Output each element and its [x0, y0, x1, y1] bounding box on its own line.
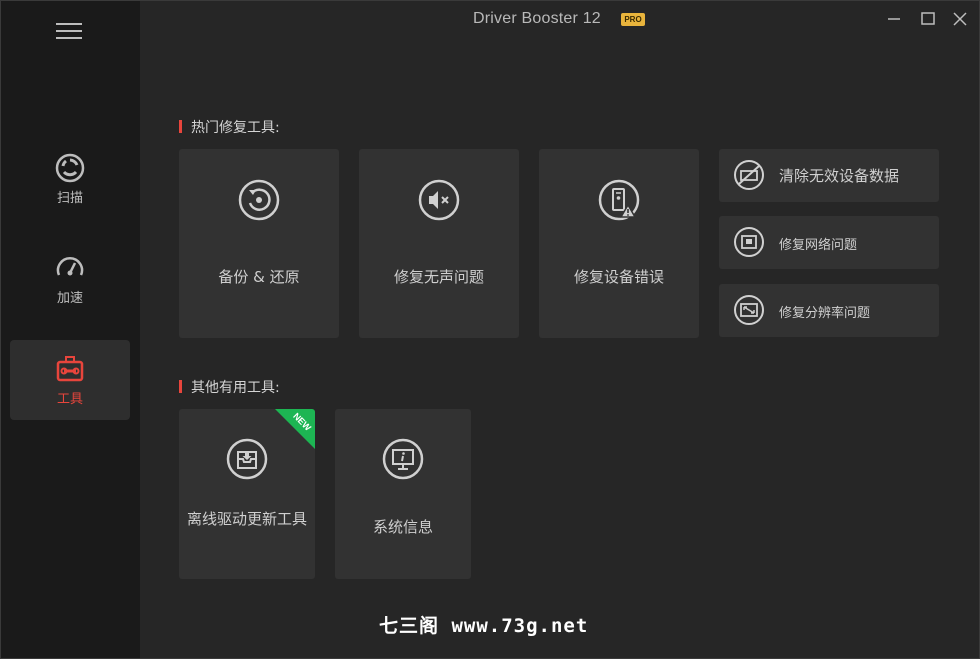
tile-label: 修复网络问题 [779, 238, 858, 253]
device-clean-icon [734, 160, 764, 190]
watermark: 七三阁 www.73g.net [379, 615, 589, 637]
maximize-icon[interactable] [918, 9, 938, 29]
tile-label: 系统信息 [372, 518, 433, 536]
system-info-icon [382, 438, 424, 480]
scan-icon [55, 153, 85, 183]
sidebar-item-boost[interactable]: 加速 [10, 239, 130, 319]
pro-badge: PRO [621, 13, 645, 26]
minimize-icon[interactable] [884, 9, 904, 29]
clear-invalid-device-data-tile[interactable]: 清除无效设备数据 [719, 149, 939, 202]
device-warning-icon [598, 179, 640, 221]
fix-device-error-tile[interactable]: 修复设备错误 [539, 149, 699, 338]
backup-restore-icon [238, 179, 280, 221]
app-title: Driver Booster 12 [473, 10, 601, 27]
app-window: 扫描 加速 工具 Driver Booster 12 PRO 热门修复工具: 备… [0, 0, 980, 659]
speaker-mute-icon [418, 179, 460, 221]
sidebar-item-label: 工具 [56, 392, 83, 407]
hot-tools-title: 热门修复工具: [179, 117, 280, 137]
resolution-icon [734, 295, 764, 325]
fix-resolution-tile[interactable]: 修复分辨率问题 [719, 284, 939, 337]
tile-label: 备份 & 还原 [218, 268, 300, 286]
sidebar-item-tools[interactable]: 工具 [10, 340, 130, 420]
fix-network-tile[interactable]: 修复网络问题 [719, 216, 939, 269]
backup-restore-tile[interactable]: 备份 & 还原 [179, 149, 339, 338]
toolbox-icon [56, 356, 84, 382]
tile-label: 修复设备错误 [573, 268, 664, 286]
sidebar-item-label: 扫描 [56, 191, 83, 206]
offline-update-icon [226, 438, 268, 480]
tile-label: 修复无声问题 [393, 268, 484, 286]
sidebar-item-label: 加速 [56, 291, 83, 306]
close-icon[interactable] [950, 9, 970, 29]
sidebar-item-scan[interactable]: 扫描 [10, 139, 130, 219]
fix-no-sound-tile[interactable]: 修复无声问题 [359, 149, 519, 338]
other-tools-title: 其他有用工具: [179, 377, 280, 397]
offline-driver-update-tile[interactable]: NEW 离线驱动更新工具 [179, 409, 315, 579]
network-port-icon [734, 227, 764, 257]
hamburger-menu-icon[interactable] [56, 23, 82, 41]
sidebar: 扫描 加速 工具 [1, 1, 140, 658]
speedometer-icon [56, 257, 84, 276]
title-bar: Driver Booster 12 PRO [140, 1, 979, 37]
tile-label: 清除无效设备数据 [779, 167, 900, 185]
tile-label: 修复分辨率问题 [779, 306, 871, 321]
system-info-tile[interactable]: 系统信息 [335, 409, 471, 579]
tile-label: 离线驱动更新工具 [186, 510, 307, 528]
new-ribbon-badge: NEW [275, 409, 315, 449]
